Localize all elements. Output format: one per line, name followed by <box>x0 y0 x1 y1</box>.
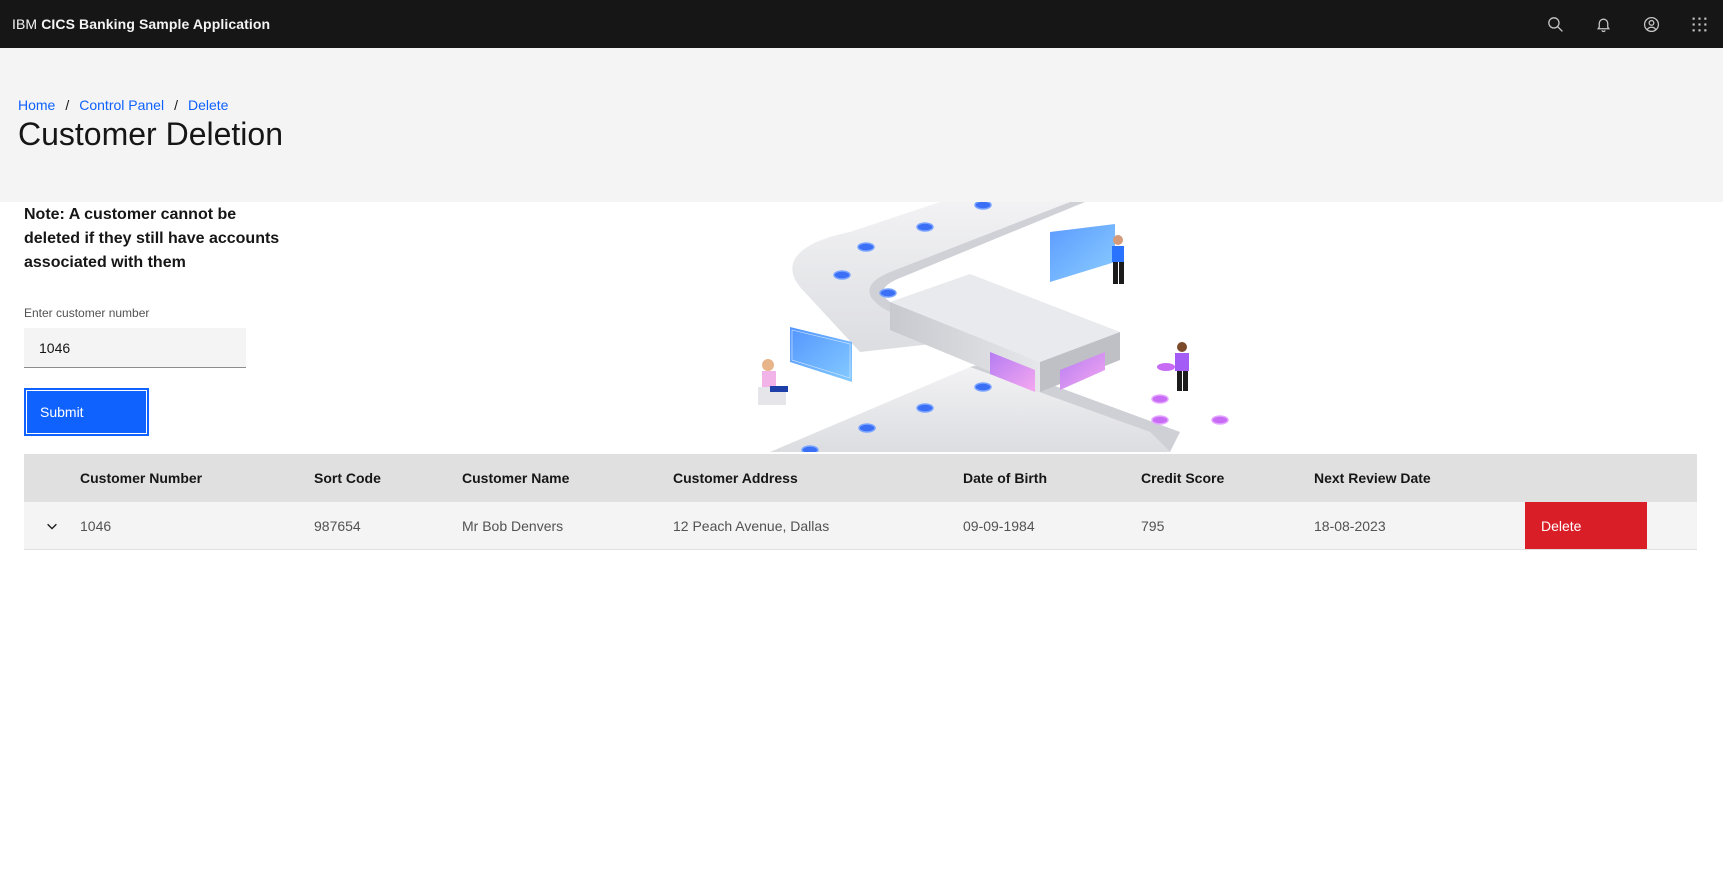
delete-customer-button[interactable]: Delete <box>1525 502 1647 549</box>
person-right <box>1112 235 1124 284</box>
chevron-down-icon <box>47 523 57 530</box>
submit-button[interactable]: Submit <box>24 388 149 436</box>
brand-prefix: IBM <box>12 16 38 32</box>
page-header-band: Home / Control Panel / Delete Customer D… <box>0 48 1723 202</box>
breadcrumb-separator: / <box>174 97 178 113</box>
banking-illustration <box>758 202 1229 452</box>
top-header: IBM CICS Banking Sample Application <box>0 0 1723 48</box>
person-coin-carrier <box>1157 342 1189 391</box>
cell-sort-code: 987654 <box>314 517 361 534</box>
breadcrumb-delete[interactable]: Delete <box>188 97 228 113</box>
breadcrumb-home[interactable]: Home <box>18 97 55 113</box>
user-avatar-icon <box>1643 16 1659 32</box>
search-icon <box>1547 16 1563 32</box>
column-header-next-review-date: Next Review Date <box>1314 470 1431 486</box>
person-left <box>758 359 788 405</box>
customer-number-label: Enter customer number <box>24 306 150 320</box>
search-button[interactable] <box>1531 0 1579 48</box>
header-actions <box>1531 0 1723 48</box>
column-header-date-of-birth: Date of Birth <box>963 470 1047 486</box>
cell-customer-address: 12 Peach Avenue, Dallas <box>673 517 830 534</box>
cell-next-review-date: 18-08-2023 <box>1314 517 1386 534</box>
column-header-sort-code: Sort Code <box>314 470 381 486</box>
table-header-row: Customer Number Sort Code Customer Name … <box>24 454 1697 502</box>
deletion-note: Note: A customer cannot be deleted if th… <box>24 206 280 271</box>
user-profile-button[interactable] <box>1627 0 1675 48</box>
column-header-customer-name: Customer Name <box>462 470 570 486</box>
column-header-customer-number: Customer Number <box>80 470 203 486</box>
breadcrumb-separator: / <box>65 97 70 113</box>
breadcrumb: Home / Control Panel / Delete <box>18 97 228 113</box>
notifications-button[interactable] <box>1579 0 1627 48</box>
column-header-customer-address: Customer Address <box>673 470 798 486</box>
table-row: 1046 987654 Mr Bob Denvers 12 Peach Aven… <box>24 502 1697 550</box>
customer-number-input[interactable] <box>24 328 246 368</box>
app-switcher-icon <box>1692 17 1706 31</box>
breadcrumb-control-panel[interactable]: Control Panel <box>79 97 164 113</box>
customer-table: Customer Number Sort Code Customer Name … <box>24 454 1697 550</box>
notification-icon <box>1596 18 1610 32</box>
expand-row-button[interactable] <box>36 510 68 542</box>
page-title: Customer Deletion <box>18 116 283 152</box>
cell-customer-number: 1046 <box>80 517 112 534</box>
cell-customer-name: Mr Bob Denvers <box>462 517 564 534</box>
app-brand[interactable]: IBM CICS Banking Sample Application <box>12 16 270 32</box>
cell-credit-score: 795 <box>1141 517 1165 534</box>
app-switcher-button[interactable] <box>1675 0 1723 48</box>
column-header-credit-score: Credit Score <box>1141 470 1225 486</box>
cell-date-of-birth: 09-09-1984 <box>963 517 1035 534</box>
brand-name: CICS Banking Sample Application <box>41 16 271 32</box>
